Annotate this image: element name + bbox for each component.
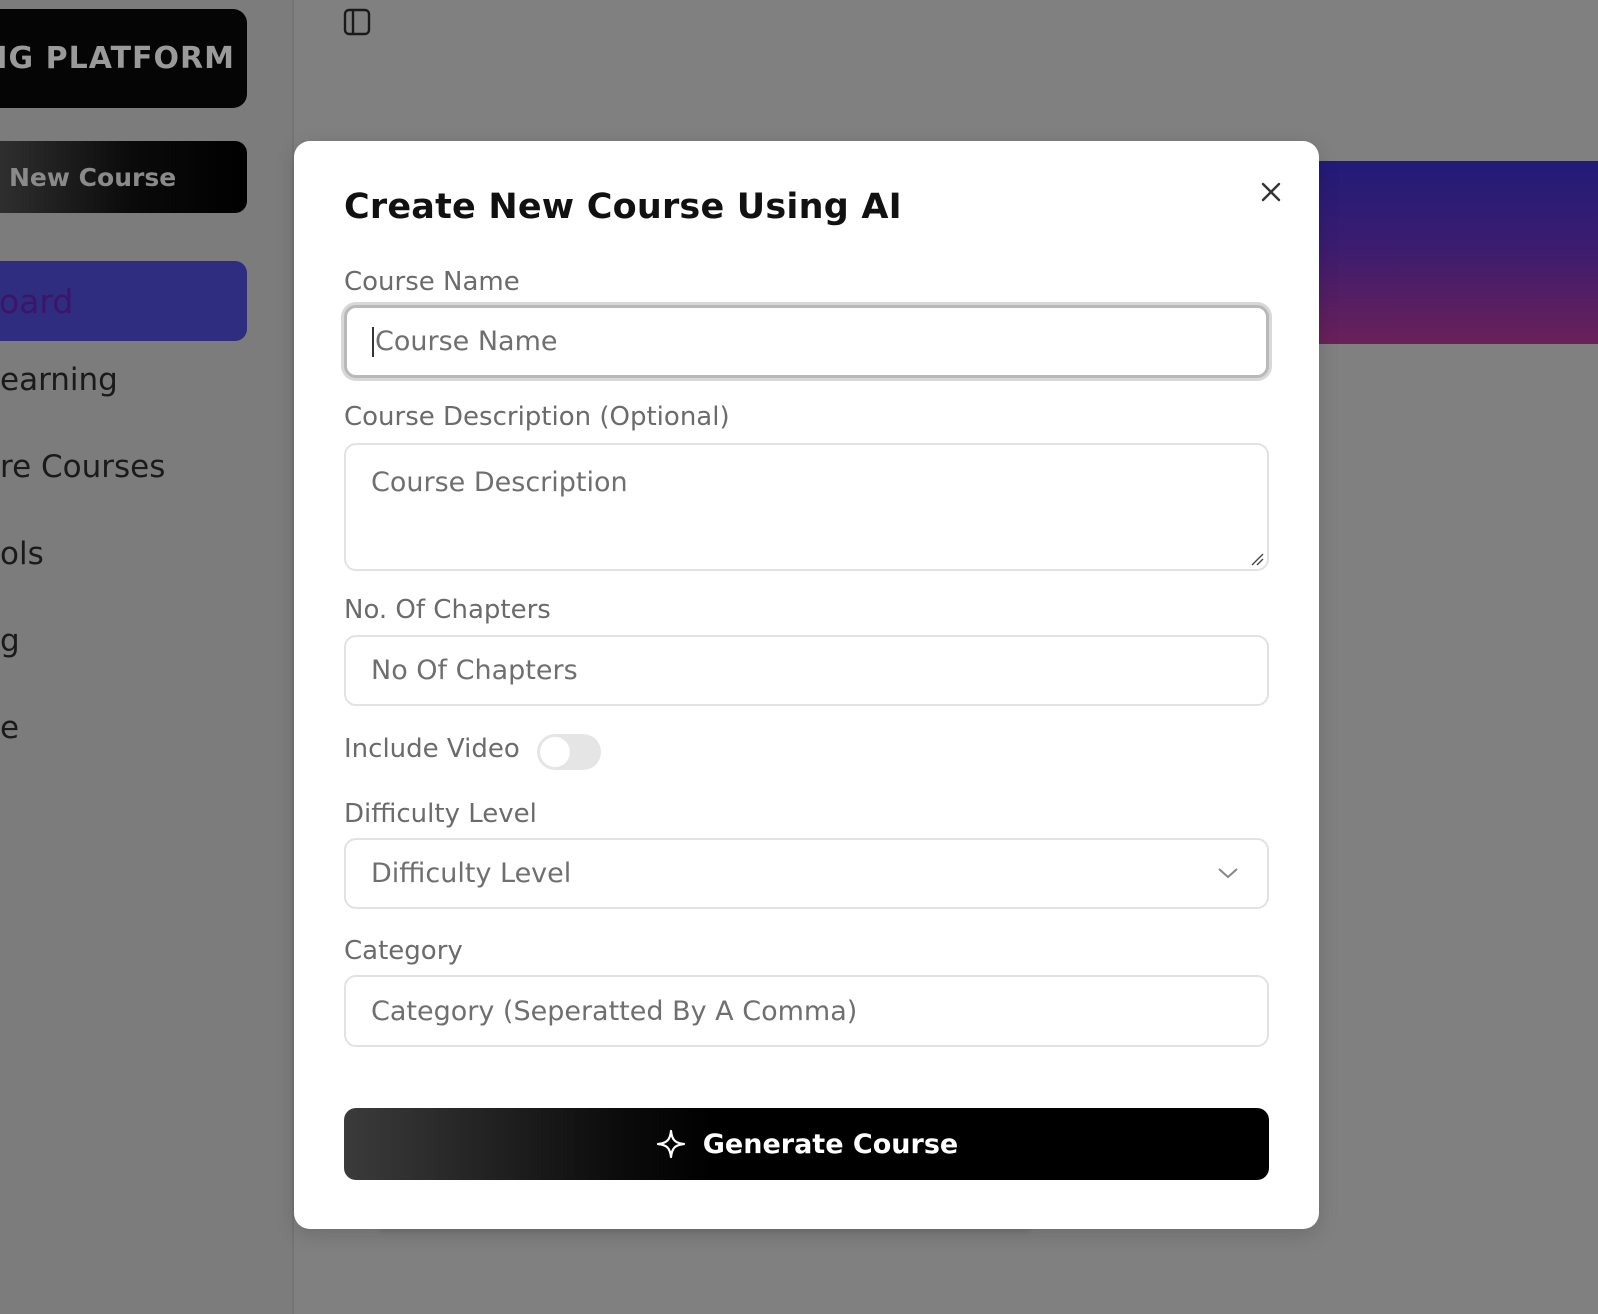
sidebar-item-label: g <box>0 623 20 659</box>
course-name-input[interactable]: Course Name <box>344 305 1269 378</box>
course-name-label: Course Name <box>344 267 520 297</box>
category-placeholder: Category (Seperatted By A Comma) <box>371 995 858 1027</box>
resize-grip-icon[interactable] <box>1250 552 1264 566</box>
close-icon[interactable] <box>1256 177 1286 207</box>
sidebar-item-label: re Courses <box>0 449 166 485</box>
app-logo: ARNING PLATFORM <box>0 9 247 108</box>
sidebar: ARNING PLATFORM New Course board earning… <box>0 0 294 1314</box>
logo-text: ARNING PLATFORM <box>0 41 235 76</box>
sidebar-item-dashboard[interactable]: board <box>0 261 247 341</box>
description-label: Course Description (Optional) <box>344 402 730 432</box>
include-video-label: Include Video <box>344 734 520 764</box>
sidebar-item-label: e <box>0 710 20 746</box>
text-caret <box>372 326 374 357</box>
chapters-input[interactable]: No Of Chapters <box>344 635 1269 706</box>
include-video-toggle[interactable] <box>537 734 601 770</box>
new-course-button[interactable]: New Course <box>0 141 247 213</box>
description-placeholder: Course Description <box>371 467 628 498</box>
difficulty-placeholder: Difficulty Level <box>371 858 572 889</box>
dialog-title: Create New Course Using AI <box>344 187 902 227</box>
chapters-placeholder: No Of Chapters <box>371 655 578 686</box>
generate-course-label: Generate Course <box>702 1128 959 1160</box>
sidebar-item-explore-courses[interactable]: re Courses <box>0 449 165 485</box>
chevron-down-icon <box>1218 868 1238 879</box>
sidebar-item-label: board <box>0 281 74 321</box>
sidebar-item-profile[interactable]: e <box>0 710 19 746</box>
sidebar-toggle-icon[interactable] <box>343 8 371 36</box>
generate-course-button[interactable]: Generate Course <box>344 1108 1269 1180</box>
difficulty-select[interactable]: Difficulty Level <box>344 838 1269 909</box>
sidebar-item-label: earning <box>0 362 118 398</box>
difficulty-label: Difficulty Level <box>344 799 537 829</box>
sidebar-item-billing[interactable]: g <box>0 623 20 659</box>
welcome-banner <box>1300 161 1598 344</box>
new-course-label: New Course <box>9 162 177 192</box>
course-description-textarea[interactable]: Course Description <box>344 443 1269 571</box>
category-input[interactable]: Category (Seperatted By A Comma) <box>344 975 1269 1047</box>
chapters-label: No. Of Chapters <box>344 595 551 625</box>
category-label: Category <box>344 936 463 966</box>
sidebar-item-my-learning[interactable]: earning <box>0 362 118 398</box>
course-name-placeholder: Course Name <box>375 326 558 357</box>
create-course-dialog: Create New Course Using AI Course Name C… <box>294 141 1319 1229</box>
sidebar-item-label: ols <box>0 536 44 572</box>
sidebar-item-tools[interactable]: ols <box>0 536 44 572</box>
sparkle-icon <box>656 1129 685 1159</box>
